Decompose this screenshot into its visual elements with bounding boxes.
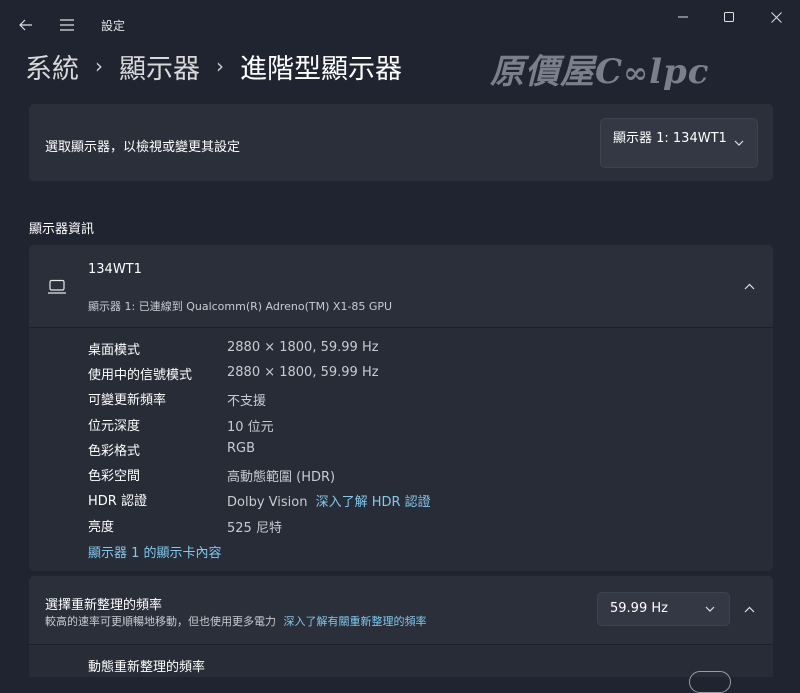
refresh-rate-description: 較高的速率可更順暢地移動，但也使用更多電力 <box>45 615 276 628</box>
window-title: 設定 <box>101 19 126 33</box>
chevron-down-icon <box>705 606 715 612</box>
refresh-rate-collapse-button[interactable] <box>737 597 761 621</box>
collapse-button[interactable] <box>737 274 761 298</box>
refresh-rate-title: 選擇重新整理的頻率 <box>45 598 163 613</box>
info-value-hdr-certification: Dolby Vision 深入了解 HDR 認證 <box>227 491 431 510</box>
info-label-brightness: 亮度 <box>88 520 115 535</box>
select-display-card: 選取顯示器，以檢視或變更其設定 顯示器 1: 134WT1 <box>29 104 773 181</box>
info-value-desktop-mode: 2880 × 1800, 59.99 Hz <box>227 340 379 355</box>
display-select-value: 顯示器 1: 134WT1 <box>613 131 727 146</box>
info-label-color-space: 色彩空間 <box>88 469 141 484</box>
info-value-color-space: 高動態範圍 (HDR) <box>227 470 336 485</box>
menu-button[interactable] <box>55 14 79 36</box>
watermark-logo: 原價屋C∞lpc <box>490 52 710 92</box>
refresh-rate-details: 動態重新整理的頻率 <box>29 644 773 693</box>
section-title-display-info: 顯示器資訊 <box>29 222 95 237</box>
refresh-rate-value: 59.99 Hz <box>610 601 668 616</box>
breadcrumb-system[interactable]: 系統 <box>25 47 79 86</box>
refresh-rate-card: 選擇重新整理的頻率 較高的速率可更順暢地移動，但也使用更多電力 深入了解有關重新… <box>29 576 773 693</box>
maximize-icon <box>724 12 734 22</box>
laptop-icon <box>48 279 66 294</box>
dynamic-refresh-rate-toggle[interactable] <box>689 671 731 693</box>
info-label-bit-depth: 位元深度 <box>88 419 141 434</box>
hdr-certification-value: Dolby Vision <box>227 495 308 510</box>
chevron-up-icon <box>744 606 754 612</box>
info-value-bit-depth: 10 位元 <box>227 420 274 435</box>
hdr-learn-more-link[interactable]: 深入了解 HDR 認證 <box>316 495 431 510</box>
monitor-description: 顯示器 1: 已連線到 Qualcomm(R) Adreno(TM) X1-85… <box>88 300 393 313</box>
breadcrumb: 系統 › 顯示器 › 進階型顯示器 <box>25 46 402 86</box>
close-button[interactable] <box>761 6 791 28</box>
display-select-dropdown[interactable]: 顯示器 1: 134WT1 <box>600 118 758 168</box>
maximize-button[interactable] <box>714 6 744 28</box>
info-value-variable-refresh-rate: 不支援 <box>227 394 267 409</box>
dynamic-refresh-rate-label: 動態重新整理的頻率 <box>88 660 206 675</box>
breadcrumb-separator: › <box>216 54 224 78</box>
refresh-rate-learn-more-link[interactable]: 深入了解有關重新整理的頻率 <box>284 615 427 628</box>
info-value-color-format: RGB <box>227 441 256 456</box>
refresh-rate-dropdown[interactable]: 59.99 Hz <box>597 592 730 626</box>
select-display-label: 選取顯示器，以檢視或變更其設定 <box>45 140 241 155</box>
chevron-up-icon <box>744 283 754 289</box>
breadcrumb-separator: › <box>95 54 103 78</box>
breadcrumb-display[interactable]: 顯示器 <box>119 47 200 86</box>
info-label-color-format: 色彩格式 <box>88 444 141 459</box>
page-title: 進階型顯示器 <box>240 53 402 85</box>
refresh-rate-description-row: 較高的速率可更順暢地移動，但也使用更多電力 深入了解有關重新整理的頻率 <box>45 613 427 629</box>
chevron-down-icon <box>734 140 744 146</box>
back-button[interactable] <box>14 14 38 36</box>
monitor-name: 134WT1 <box>88 262 142 277</box>
minimize-button[interactable] <box>668 6 698 28</box>
info-label-variable-refresh-rate: 可變更新頻率 <box>88 393 167 408</box>
info-value-brightness: 525 尼特 <box>227 521 282 536</box>
info-value-active-signal-mode: 2880 × 1800, 59.99 Hz <box>227 365 379 380</box>
hamburger-icon <box>60 19 74 31</box>
info-label-desktop-mode: 桌面模式 <box>88 343 141 358</box>
display-info-header[interactable]: 134WT1 顯示器 1: 已連線到 Qualcomm(R) Adreno(TM… <box>29 245 773 327</box>
close-icon <box>770 11 782 23</box>
info-label-active-signal-mode: 使用中的信號模式 <box>88 368 193 383</box>
minimize-icon <box>678 16 688 18</box>
info-label-hdr-certification: HDR 認證 <box>88 494 147 509</box>
display-adapter-properties-link[interactable]: 顯示器 1 的顯示卡內容 <box>88 542 222 561</box>
back-arrow-icon <box>19 19 32 31</box>
